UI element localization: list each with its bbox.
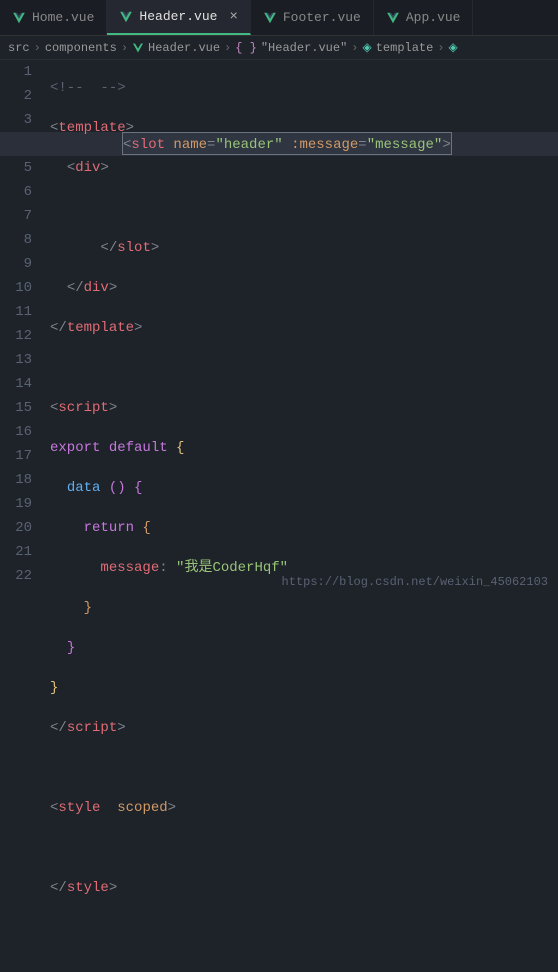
vue-icon [119,10,133,24]
chevron-right-icon: › [224,41,231,55]
breadcrumb[interactable]: src › components › Header.vue › { } "Hea… [0,36,558,60]
tab-app[interactable]: App.vue [374,0,474,35]
chevron-right-icon: › [34,41,41,55]
tab-label: Header.vue [139,9,217,24]
chevron-right-icon: › [437,41,444,55]
vue-icon [386,11,400,25]
cube-icon: ◈ [449,40,458,55]
cube-icon: ◈ [362,40,371,55]
braces-icon: { } [235,41,257,55]
tab-footer[interactable]: Footer.vue [251,0,374,35]
tab-bar: Home.vue Header.vue × Footer.vue App.vue [0,0,558,36]
code-content[interactable]: <!-- --> <template> <div> <slot name="he… [50,60,558,972]
close-icon[interactable]: × [229,9,237,25]
breadcrumb-section[interactable]: "Header.vue" [261,41,347,55]
breadcrumb-src[interactable]: src [8,41,30,55]
watermark: https://blog.csdn.net/weixin_45062103 [282,575,548,589]
line-gutter: 12345678910111213141516171819202122 [0,60,50,972]
breadcrumb-file[interactable]: Header.vue [148,41,220,55]
vue-icon [12,11,26,25]
tab-label: App.vue [406,10,461,25]
chevron-right-icon: › [351,41,358,55]
vue-icon [263,11,277,25]
tab-header[interactable]: Header.vue × [107,0,250,35]
tab-home[interactable]: Home.vue [0,0,107,35]
breadcrumb-template[interactable]: template [376,41,434,55]
tab-label: Footer.vue [283,10,361,25]
breadcrumb-components[interactable]: components [45,41,117,55]
code-editor[interactable]: 12345678910111213141516171819202122 <!--… [0,60,558,972]
tab-label: Home.vue [32,10,94,25]
vue-icon [132,42,144,54]
chevron-right-icon: › [121,41,128,55]
